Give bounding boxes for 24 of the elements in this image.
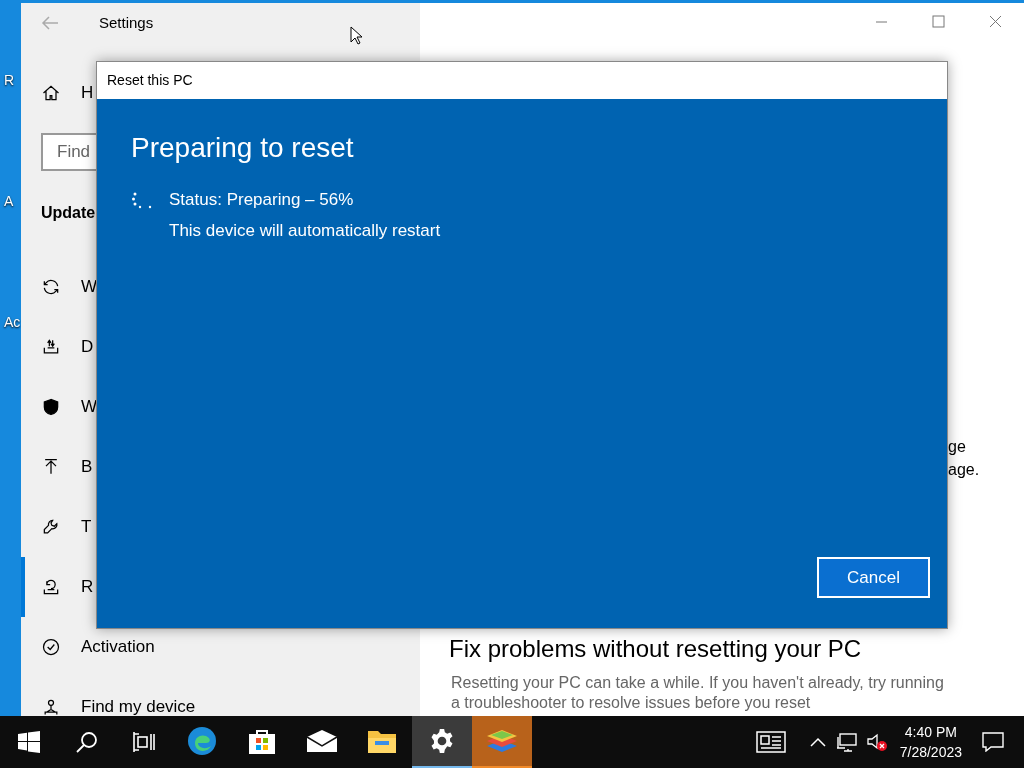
restart-note: This device will automatically restart [169,220,441,242]
description-text: a troubleshooter to resolve issues before you reset [451,693,811,713]
dialog-title: Reset this PC [107,71,193,90]
nav-label: W [81,396,98,419]
dialog-heading: Preparing to reset [131,131,355,165]
nav-label: T [81,516,92,539]
nav-label: H [81,82,94,105]
nav-label: R [81,576,94,599]
section-heading: Update [41,203,96,223]
window-title: Settings [99,12,154,33]
search-placeholder: Find [57,141,91,164]
status-text: Status: Preparing – 56% [169,189,355,211]
nav-label: Find my device [81,696,196,716]
nav-label: Activation [81,636,155,659]
desktop-icon-label: R [3,71,16,90]
description-text: Resetting your PC can take a while. If you haven't already, try running [451,673,944,693]
desktop-icon-label: Ac [3,313,21,332]
nav-label: W [81,276,98,299]
nav-label: B [81,456,93,479]
desktop-icon-label: A [3,192,15,211]
description-text: ge [948,437,967,457]
nav-label: D [81,336,94,359]
section-heading: Fix problems without resetting your PC [449,634,862,664]
description-text: age. [948,460,981,480]
